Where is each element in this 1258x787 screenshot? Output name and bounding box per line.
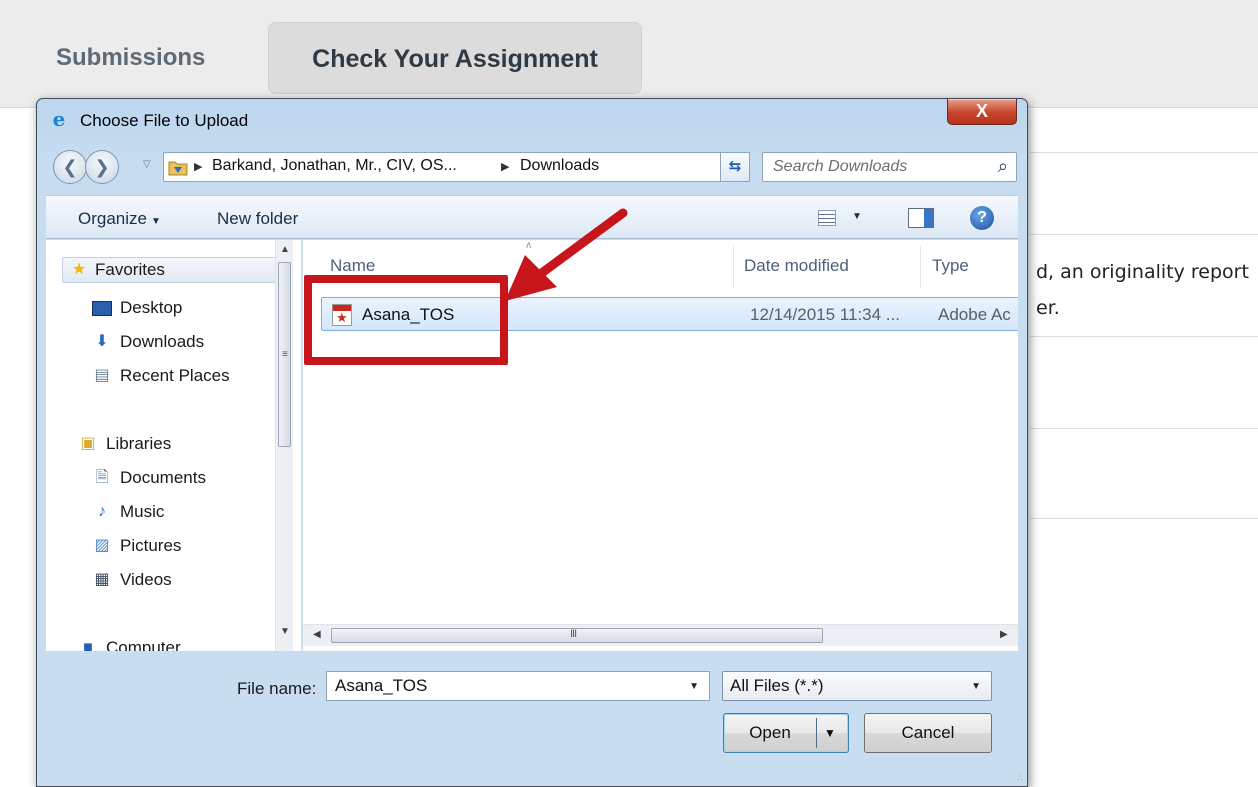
resize-grip-icon[interactable]: ∴ [1017, 774, 1023, 783]
recent-places-icon: ▤ [94, 367, 110, 384]
dialog-titlebar[interactable]: e Choose File to Upload X [37, 99, 1027, 143]
nav-item-label: Desktop [120, 298, 183, 317]
recent-locations-dropdown-icon[interactable]: ▽ [143, 159, 151, 170]
nav-item-favorites[interactable]: ★ Favorites [62, 257, 276, 283]
internet-explorer-icon: e [52, 107, 66, 131]
file-name-combobox[interactable]: ▼ [326, 671, 710, 701]
column-separator[interactable] [920, 246, 921, 288]
tab-check-your-assignment[interactable]: Check Your Assignment [268, 22, 642, 94]
column-header-date-modified[interactable]: Date modified [744, 256, 849, 276]
nav-item-label: Computer [106, 638, 181, 651]
nav-item-label: Downloads [120, 332, 205, 351]
back-button[interactable]: ❮ [53, 150, 87, 184]
organize-menu[interactable]: Organize ▼ [78, 209, 161, 229]
page-header: Submissions Check Your Assignment [0, 0, 1258, 108]
scroll-right-icon[interactable]: ▶ [1000, 629, 1008, 640]
organize-label: Organize [78, 209, 147, 228]
navigation-scrollbar[interactable]: ▲ ≡ ▼ [275, 240, 293, 651]
search-box[interactable]: ⌕ [762, 152, 1017, 182]
address-bar[interactable]: ▶ Barkand, Jonathan, Mr., CIV, OS... ▶ D… [163, 152, 749, 182]
file-date-modified: 12/14/2015 11:34 ... [750, 305, 900, 324]
pictures-icon: ▨ [94, 537, 110, 554]
file-type-filter-value: All Files (*.*) [730, 676, 824, 695]
tab-submissions[interactable]: Submissions [56, 44, 205, 72]
nav-item-label: Recent Places [120, 366, 230, 385]
scroll-up-icon[interactable]: ▲ [280, 244, 290, 255]
help-icon[interactable]: ? [970, 206, 994, 230]
arrow-annotation-icon [505, 208, 628, 301]
refresh-button[interactable]: ⇆ [720, 152, 750, 182]
videos-icon: ▦ [94, 571, 110, 588]
change-view-icon[interactable] [818, 210, 836, 226]
desktop-icon [92, 301, 112, 316]
star-icon: ★ [71, 261, 87, 278]
file-type-filter[interactable]: All Files (*.*) ▼ [722, 671, 992, 701]
nav-item-label: Videos [120, 570, 172, 589]
column-header-name[interactable]: Name [330, 256, 375, 276]
breadcrumb-arrow-icon[interactable]: ▶ [501, 160, 509, 173]
open-button[interactable]: Open ▼ [723, 713, 849, 753]
preview-pane-icon[interactable] [908, 208, 934, 228]
divider [1030, 518, 1258, 519]
search-icon[interactable]: ⌕ [998, 156, 1008, 177]
scrollbar-thumb[interactable]: III [331, 628, 823, 643]
page-description-line-2: er. [1036, 297, 1060, 319]
scroll-down-icon[interactable]: ▼ [280, 626, 290, 637]
navigation-pane: ★ Favorites Desktop ⬇ Downloads ▤ Recent… [46, 240, 302, 651]
nav-item-label: Music [120, 502, 165, 521]
music-icon: ♪ [98, 503, 106, 520]
file-type: Adobe Ac [938, 305, 1011, 324]
libraries-icon: ▣ [80, 435, 96, 452]
nav-item-label: Libraries [106, 434, 172, 453]
file-name-label: File name: [237, 679, 317, 698]
divider [1030, 336, 1258, 337]
breadcrumb-arrow-icon[interactable]: ▶ [194, 160, 202, 173]
forward-button[interactable]: ❯ [85, 150, 119, 184]
chevron-down-icon: ▼ [971, 681, 981, 692]
documents-icon: 🗎 [95, 469, 109, 486]
grip-icon: ≡ [282, 349, 288, 360]
breadcrumb-current[interactable]: Downloads [520, 157, 599, 175]
column-header-type[interactable]: Type [932, 256, 969, 276]
folder-icon [168, 161, 188, 176]
file-name-input[interactable] [333, 675, 673, 697]
nav-item-label: Documents [120, 468, 206, 487]
chevron-down-icon[interactable]: ▼ [824, 714, 836, 752]
computer-icon: ■ [83, 639, 93, 651]
highlight-annotation [304, 275, 508, 365]
scroll-left-icon[interactable]: ◀ [313, 629, 321, 640]
close-button[interactable]: X [947, 99, 1017, 125]
page-description-line-1: d, an originality report [1036, 261, 1249, 283]
nav-item-label: Favorites [95, 260, 165, 279]
nav-item-label: Pictures [120, 536, 182, 555]
open-button-label: Open [749, 723, 791, 742]
downloads-folder-icon: ⬇ [95, 333, 109, 350]
chevron-down-icon[interactable]: ▼ [852, 211, 862, 222]
horizontal-scrollbar[interactable]: ◀ III ▶ [303, 624, 1018, 646]
breadcrumb-parent[interactable]: Barkand, Jonathan, Mr., CIV, OS... [212, 157, 457, 175]
file-upload-dialog: e Choose File to Upload X ❮ ❯ ▽ ▶ Barkan… [36, 98, 1028, 787]
new-folder-button[interactable]: New folder [217, 209, 298, 229]
scrollbar-thumb[interactable]: ≡ [278, 262, 291, 447]
divider [1030, 428, 1258, 429]
search-input[interactable] [771, 156, 971, 178]
dialog-title: Choose File to Upload [80, 111, 249, 130]
divider [1030, 234, 1258, 235]
divider [1030, 152, 1258, 153]
grip-icon: III [570, 628, 577, 640]
cancel-button[interactable]: Cancel [864, 713, 992, 753]
split-separator [816, 718, 817, 748]
column-separator[interactable] [733, 246, 734, 288]
chevron-down-icon: ▼ [150, 216, 161, 227]
chevron-down-icon[interactable]: ▼ [689, 681, 699, 692]
